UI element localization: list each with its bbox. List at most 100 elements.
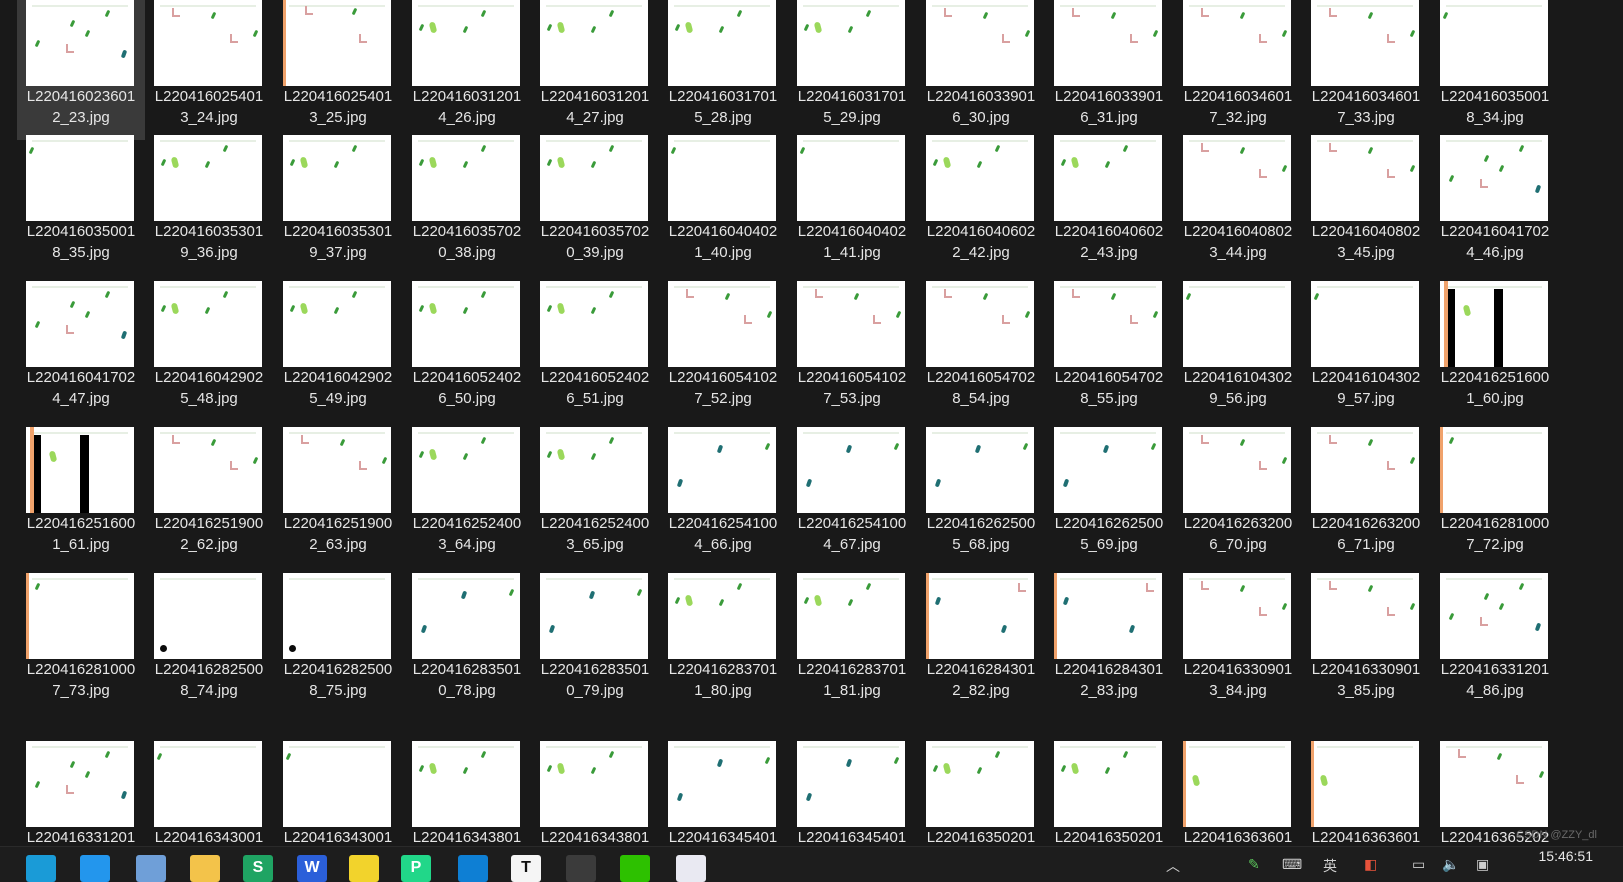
tray-app-icon[interactable]: ◧ <box>1364 856 1377 873</box>
folder-icon[interactable] <box>190 855 220 882</box>
file-item[interactable]: L220416263200 6_70.jpg <box>1174 427 1302 567</box>
file-thumbnail[interactable] <box>1054 0 1162 86</box>
file-thumbnail[interactable] <box>154 281 262 367</box>
file-item[interactable]: L220416331201 <box>17 741 145 846</box>
file-thumbnail[interactable] <box>283 0 391 86</box>
file-item[interactable]: L220416282500 8_75.jpg <box>274 573 402 713</box>
pycharm-icon[interactable]: P <box>401 855 431 882</box>
file-thumbnail[interactable] <box>926 741 1034 827</box>
file-item[interactable]: L220416330901 3_84.jpg <box>1174 573 1302 713</box>
file-item[interactable]: L220416033901 6_31.jpg <box>1045 0 1173 140</box>
volume-icon[interactable]: 🔈 <box>1442 856 1459 873</box>
file-thumbnail[interactable] <box>540 741 648 827</box>
file-item[interactable]: L220416031201 4_27.jpg <box>531 0 659 140</box>
file-item[interactable]: L220416282500 8_74.jpg <box>145 573 273 713</box>
file-thumbnail[interactable] <box>926 0 1034 86</box>
file-item[interactable]: L220416262500 5_69.jpg <box>1045 427 1173 567</box>
file-item[interactable]: L220416284301 2_83.jpg <box>1045 573 1173 713</box>
file-thumbnail[interactable] <box>540 427 648 513</box>
file-item[interactable]: L220416343001 <box>145 741 273 846</box>
file-item[interactable]: L220416041702 4_47.jpg <box>17 281 145 421</box>
file-thumbnail[interactable] <box>283 573 391 659</box>
file-thumbnail[interactable] <box>283 427 391 513</box>
file-item[interactable]: L220416054702 8_54.jpg <box>917 281 1045 421</box>
file-thumbnail[interactable] <box>1183 573 1291 659</box>
file-thumbnail[interactable] <box>154 573 262 659</box>
file-item[interactable]: L220416040602 2_43.jpg <box>1045 135 1173 275</box>
file-item[interactable]: L220416033901 6_30.jpg <box>917 0 1045 140</box>
file-thumbnail[interactable] <box>926 281 1034 367</box>
file-thumbnail[interactable] <box>668 741 776 827</box>
file-thumbnail[interactable] <box>1054 427 1162 513</box>
file-thumbnail[interactable] <box>154 427 262 513</box>
file-item[interactable]: L220416035702 0_38.jpg <box>403 135 531 275</box>
file-thumbnail[interactable] <box>1054 281 1162 367</box>
file-thumbnail[interactable] <box>1311 0 1419 86</box>
file-thumbnail[interactable] <box>26 427 134 513</box>
file-thumbnail[interactable] <box>1311 427 1419 513</box>
file-thumbnail[interactable] <box>668 573 776 659</box>
file-item[interactable]: L220416262500 5_68.jpg <box>917 427 1045 567</box>
file-item[interactable]: L220416035301 9_36.jpg <box>145 135 273 275</box>
file-item[interactable]: L220416251900 2_62.jpg <box>145 427 273 567</box>
file-item[interactable]: L220416035702 0_39.jpg <box>531 135 659 275</box>
file-thumbnail[interactable] <box>668 281 776 367</box>
pen-icon[interactable]: ✎ <box>1248 856 1260 873</box>
file-item[interactable]: L220416052402 6_50.jpg <box>403 281 531 421</box>
file-item[interactable]: L220416331201 4_86.jpg <box>1431 573 1559 713</box>
battery-icon[interactable]: ▣ <box>1476 856 1489 873</box>
file-item[interactable]: L220416104302 9_56.jpg <box>1174 281 1302 421</box>
file-item[interactable]: L220416054702 8_55.jpg <box>1045 281 1173 421</box>
clock[interactable]: 15:46:51 <box>1539 848 1594 864</box>
file-item[interactable]: L220416343801 <box>403 741 531 846</box>
file-item[interactable]: L220416035001 8_34.jpg <box>1431 0 1559 140</box>
file-item[interactable]: L220416052402 6_51.jpg <box>531 281 659 421</box>
file-item[interactable]: L220416283701 1_80.jpg <box>659 573 787 713</box>
finder-icon[interactable] <box>136 855 166 882</box>
file-item[interactable]: L220416035001 8_35.jpg <box>17 135 145 275</box>
file-thumbnail[interactable] <box>154 0 262 86</box>
file-item[interactable]: L220416025401 3_24.jpg <box>145 0 273 140</box>
file-item[interactable]: L220416345401 <box>788 741 916 846</box>
file-item[interactable]: L220416254100 4_67.jpg <box>788 427 916 567</box>
file-thumbnail[interactable] <box>1311 741 1419 827</box>
file-thumbnail[interactable] <box>797 573 905 659</box>
file-item[interactable]: L220416363601 <box>1174 741 1302 846</box>
file-thumbnail[interactable] <box>797 281 905 367</box>
file-thumbnail[interactable] <box>1054 573 1162 659</box>
file-thumbnail[interactable] <box>1311 135 1419 221</box>
file-thumbnail[interactable] <box>154 741 262 827</box>
file-item[interactable]: L220416345401 <box>659 741 787 846</box>
file-item[interactable]: L220416040402 1_40.jpg <box>659 135 787 275</box>
file-item[interactable]: L220416363601 <box>1302 741 1430 846</box>
file-item[interactable]: L220416042902 5_48.jpg <box>145 281 273 421</box>
file-thumbnail[interactable] <box>412 741 520 827</box>
file-thumbnail[interactable] <box>1311 281 1419 367</box>
file-thumbnail[interactable] <box>797 0 905 86</box>
network-icon[interactable]: ▭ <box>1412 856 1425 873</box>
file-thumbnail[interactable] <box>1054 741 1162 827</box>
vscode-icon[interactable] <box>458 855 488 882</box>
file-thumbnail[interactable] <box>797 135 905 221</box>
file-thumbnail[interactable] <box>154 135 262 221</box>
file-thumbnail[interactable] <box>1440 281 1548 367</box>
wps-sheet-icon[interactable]: S <box>243 855 273 882</box>
file-thumbnail[interactable] <box>1183 427 1291 513</box>
file-thumbnail[interactable] <box>26 573 134 659</box>
file-thumbnail[interactable] <box>283 135 391 221</box>
typora-icon[interactable]: T <box>511 855 541 882</box>
file-item[interactable]: L220416040402 1_41.jpg <box>788 135 916 275</box>
wechat-icon[interactable] <box>620 855 650 882</box>
file-thumbnail[interactable] <box>412 0 520 86</box>
file-thumbnail[interactable] <box>1440 741 1548 827</box>
file-thumbnail[interactable] <box>412 135 520 221</box>
file-thumbnail[interactable] <box>540 0 648 86</box>
file-thumbnail[interactable] <box>926 427 1034 513</box>
file-item[interactable]: L220416343801 <box>531 741 659 846</box>
file-thumbnail[interactable] <box>668 427 776 513</box>
file-thumbnail[interactable] <box>540 281 648 367</box>
edge-icon[interactable] <box>26 855 56 882</box>
file-thumbnail[interactable] <box>668 0 776 86</box>
file-item[interactable]: L220416284301 2_82.jpg <box>917 573 1045 713</box>
file-thumbnail[interactable] <box>797 427 905 513</box>
